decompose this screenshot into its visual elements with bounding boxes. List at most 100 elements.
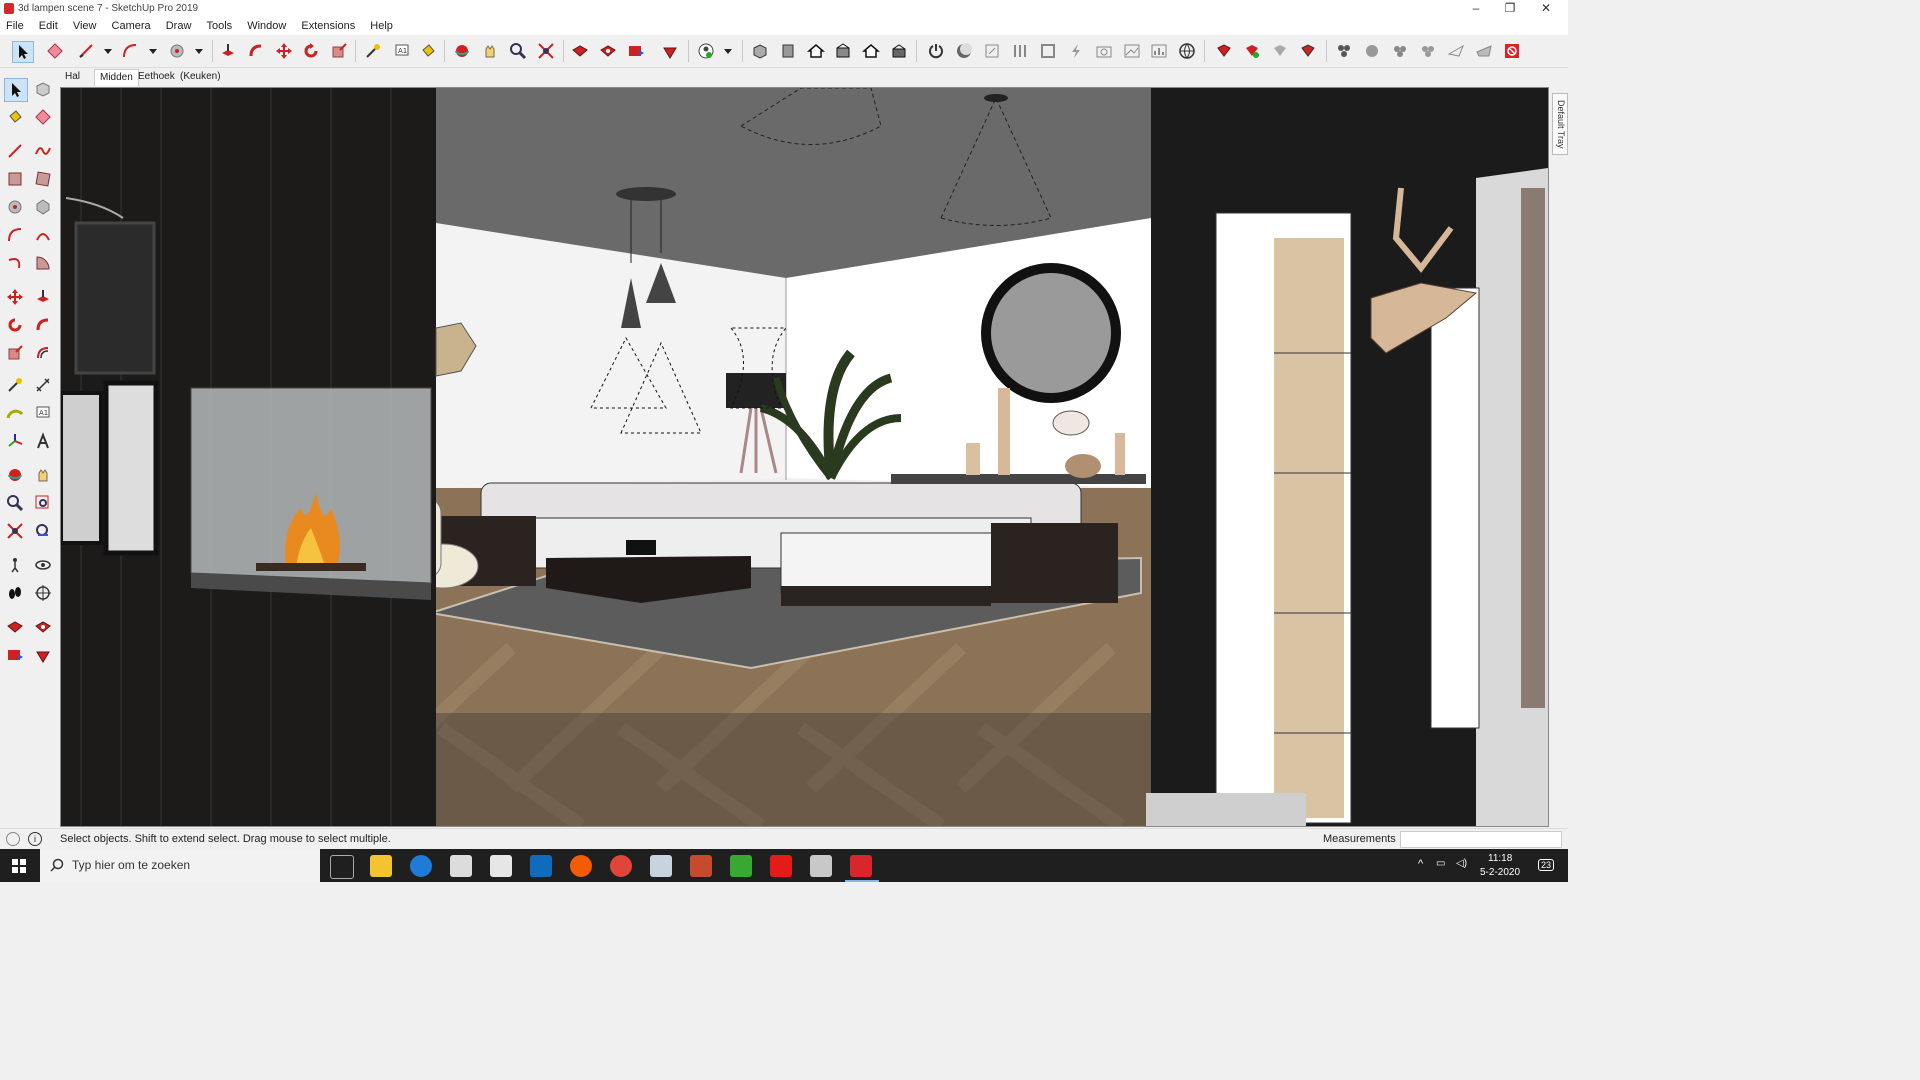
text-tool-icon[interactable]: A1 bbox=[392, 41, 412, 61]
push-pull-icon[interactable] bbox=[218, 41, 238, 61]
mail-icon[interactable] bbox=[490, 855, 512, 877]
tab-keuken[interactable]: (Keuken) bbox=[175, 69, 226, 85]
three-point-arc-icon[interactable] bbox=[4, 252, 26, 274]
menu-tools[interactable]: Tools bbox=[206, 18, 232, 32]
zoom-icon[interactable] bbox=[508, 41, 528, 61]
resize-icon[interactable] bbox=[982, 41, 1002, 61]
shadow-icon[interactable] bbox=[954, 41, 974, 61]
menu-edit[interactable]: Edit bbox=[39, 18, 58, 32]
warehouse-icon[interactable] bbox=[570, 41, 590, 61]
warehouse-icon[interactable] bbox=[4, 616, 26, 638]
tape-measure-icon[interactable] bbox=[363, 41, 383, 61]
volume-icon[interactable]: ◁) bbox=[1456, 858, 1467, 869]
account-icon[interactable] bbox=[696, 41, 716, 61]
default-tray[interactable]: Default Tray bbox=[1550, 87, 1568, 825]
ruby-plugin-icon[interactable] bbox=[1298, 41, 1318, 61]
outlook-icon[interactable] bbox=[530, 855, 552, 877]
file-explorer-icon[interactable] bbox=[370, 855, 392, 877]
offset-tool-icon[interactable] bbox=[32, 342, 54, 364]
image-icon[interactable] bbox=[1122, 41, 1142, 61]
ruby-console-icon[interactable] bbox=[1214, 41, 1234, 61]
select-tool-icon[interactable] bbox=[4, 78, 28, 102]
shape-tool-icon[interactable] bbox=[167, 41, 187, 61]
account-dropdown-icon[interactable] bbox=[718, 41, 738, 61]
paint-bucket-icon[interactable] bbox=[418, 41, 438, 61]
push-pull-icon[interactable] bbox=[32, 286, 54, 308]
sphere-icon[interactable] bbox=[1362, 41, 1382, 61]
frame-icon[interactable] bbox=[1038, 41, 1058, 61]
eraser-tool-icon[interactable] bbox=[32, 106, 54, 128]
iso-view-icon[interactable] bbox=[750, 41, 770, 61]
layout-app-icon[interactable] bbox=[810, 855, 832, 877]
3d-text-icon[interactable] bbox=[32, 430, 54, 452]
lightning-icon[interactable] bbox=[1066, 41, 1086, 61]
section-plane-icon[interactable] bbox=[32, 582, 54, 604]
taskbar-search[interactable]: Typ hier om te zoeken bbox=[40, 849, 320, 882]
info-icon[interactable]: i bbox=[28, 832, 42, 846]
look-around-icon[interactable] bbox=[32, 554, 54, 576]
measurements-input[interactable] bbox=[1400, 831, 1562, 848]
act-app-icon[interactable] bbox=[570, 855, 592, 877]
menu-draw[interactable]: Draw bbox=[166, 18, 192, 32]
line-dropdown-icon[interactable] bbox=[98, 41, 118, 61]
back-view-icon[interactable] bbox=[861, 41, 881, 61]
pan-icon[interactable] bbox=[32, 464, 54, 486]
clock-date[interactable]: 5-2-2020 bbox=[1480, 867, 1520, 878]
hidden-icons-chevron-icon[interactable]: ^ bbox=[1418, 858, 1423, 870]
protractor-icon[interactable] bbox=[4, 402, 26, 424]
network-icon[interactable]: ▭ bbox=[1436, 858, 1445, 869]
menu-extensions[interactable]: Extensions bbox=[301, 18, 355, 32]
extension-warehouse-icon[interactable] bbox=[660, 41, 680, 61]
orbit-icon[interactable] bbox=[4, 464, 26, 486]
close-button[interactable]: ✕ bbox=[1524, 0, 1568, 18]
chrome-icon[interactable] bbox=[610, 855, 632, 877]
tab-eethoek[interactable]: Eethoek bbox=[133, 69, 180, 85]
line-tool-icon[interactable] bbox=[4, 140, 26, 162]
tape-measure-icon[interactable] bbox=[4, 374, 26, 396]
front-view-icon[interactable] bbox=[806, 41, 826, 61]
rectangle-tool-icon[interactable] bbox=[4, 168, 26, 190]
plane-2-icon[interactable] bbox=[1474, 41, 1494, 61]
arc-tool-icon[interactable] bbox=[4, 224, 26, 246]
align-icon[interactable] bbox=[1010, 41, 1030, 61]
power-icon[interactable] bbox=[926, 41, 946, 61]
share-model-icon[interactable] bbox=[32, 616, 54, 638]
axes-tool-icon[interactable] bbox=[4, 430, 26, 452]
position-camera-icon[interactable] bbox=[4, 554, 26, 576]
rotated-rectangle-icon[interactable] bbox=[32, 168, 54, 190]
ruby-gray-icon[interactable] bbox=[1270, 41, 1290, 61]
clock-time[interactable]: 11:18 bbox=[1488, 853, 1512, 864]
ruby-red-green-icon[interactable] bbox=[1242, 41, 1262, 61]
menu-view[interactable]: View bbox=[73, 18, 97, 32]
dimension-tool-icon[interactable] bbox=[32, 374, 54, 396]
store-icon[interactable] bbox=[450, 855, 472, 877]
extension-warehouse-icon[interactable] bbox=[32, 644, 54, 666]
top-view-icon[interactable] bbox=[778, 41, 798, 61]
freehand-tool-icon[interactable] bbox=[32, 140, 54, 162]
scale-tool-icon[interactable] bbox=[329, 41, 349, 61]
default-tray-label[interactable]: Default Tray bbox=[1552, 93, 1568, 155]
menu-help[interactable]: Help bbox=[370, 18, 393, 32]
winrar-icon[interactable] bbox=[690, 855, 712, 877]
previous-view-icon[interactable] bbox=[32, 520, 54, 542]
scale-tool-icon[interactable] bbox=[4, 342, 26, 364]
edge-browser-icon[interactable] bbox=[410, 855, 432, 877]
pie-tool-icon[interactable] bbox=[32, 252, 54, 274]
follow-me-icon[interactable] bbox=[246, 41, 266, 61]
menu-window[interactable]: Window bbox=[247, 18, 286, 32]
polygon-tool-icon[interactable] bbox=[32, 196, 54, 218]
share-model-icon[interactable] bbox=[598, 41, 618, 61]
globe-icon[interactable] bbox=[1177, 41, 1197, 61]
share-component-icon[interactable] bbox=[626, 41, 646, 61]
rotate-tool-icon[interactable] bbox=[4, 314, 26, 336]
right-view-icon[interactable] bbox=[833, 41, 853, 61]
model-viewport[interactable] bbox=[60, 87, 1549, 827]
camera-icon[interactable] bbox=[1094, 41, 1114, 61]
text-tool-icon[interactable]: A1 bbox=[32, 402, 54, 424]
line-tool-icon[interactable] bbox=[76, 41, 96, 61]
move-tool-icon[interactable] bbox=[274, 41, 294, 61]
pan-icon[interactable] bbox=[480, 41, 500, 61]
arc-dropdown-icon[interactable] bbox=[143, 41, 163, 61]
select-tool-icon[interactable] bbox=[12, 41, 34, 63]
menu-camera[interactable]: Camera bbox=[112, 18, 151, 32]
